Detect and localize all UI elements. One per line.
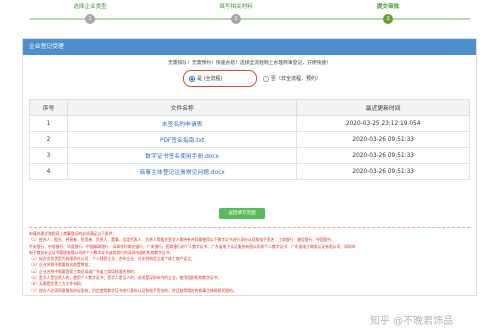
row-updated-time: 2020-03-26 09:51:33 — [296, 131, 470, 148]
file-link[interactable]: 数字证书签名使用手册.docx — [66, 147, 298, 164]
step-2-label: 填写相关材料 — [219, 4, 253, 10]
table-header-row: 序号 文件名称 最近更新时间 — [29, 99, 470, 116]
process-mode-group: 是 (全流程) 否（非全流程，预约） — [23, 70, 476, 90]
step-2-dot: 2 — [231, 14, 241, 24]
zhihu-watermark: 知乎 @不晚君饰品 — [370, 316, 454, 327]
table-row: 4 商事主体登记注册常见问题.docx 2020-03-26 09:51:33 — [29, 163, 470, 180]
files-table: 序号 文件名称 最近更新时间 1 未签名的申请表 2020-03-25 23:1… — [29, 99, 470, 180]
row-index: 2 — [29, 131, 68, 148]
step-3-label: 提交审批 — [376, 4, 400, 10]
mode-appointment-label: 否（非全流程，预约） — [271, 76, 322, 82]
row-updated-time: 2020-03-26 09:51:33 — [296, 163, 470, 180]
table-row: 1 未签名的申请表 2020-03-25 23:12:19.054 — [29, 115, 470, 132]
step-3-dot: 3 — [383, 14, 393, 24]
file-link[interactable]: 商事主体登记注册常见问题.docx — [66, 163, 298, 180]
note-line: （7）经办人必须同意服务协议条款，约定使用数字证书进行身份认证和电子签名的，并且… — [29, 287, 237, 293]
notice-text: 无需排队！无需预约！快速办结！选择全流程网上办理商事登记，方便快捷！ — [167, 61, 332, 66]
registration-panel: 企业登记受理 无需排队！无需预约！快速办结！选择全流程网上办理商事登记，方便快捷… — [22, 38, 477, 296]
row-index: 3 — [29, 147, 68, 164]
requirements-notes: 申请办理全流程网上商事登记的必须满足以下条件： （1）经办人、股东、经营者、投资… — [29, 231, 470, 294]
row-updated-time: 2020-03-25 23:12:19.054 — [296, 115, 470, 132]
radio-checked-icon[interactable] — [189, 75, 195, 82]
table-row: 2 PDF签名指南.txt 2020-03-26 09:51:33 — [29, 131, 470, 148]
column-header-index: 序号 — [29, 99, 68, 116]
mode-full-online-option[interactable]: 是 (全流程) — [189, 75, 223, 82]
column-header-filename: 文件名称 — [66, 99, 298, 116]
return-to-form-button[interactable]: 返回填写页面 — [219, 208, 265, 219]
step-1-label: 选择企业类型 — [73, 4, 107, 10]
stepper-track — [30, 18, 470, 20]
notes-divider — [29, 227, 470, 228]
mode-full-online-label: 是 (全流程) — [197, 76, 223, 82]
file-link[interactable]: 未签名的申请表 — [66, 115, 298, 132]
row-updated-time: 2020-03-26 09:51:33 — [296, 147, 470, 164]
progress-stepper: 选择企业类型 填写相关材料 提交审批 1 2 3 — [30, 0, 470, 34]
step-1-dot: 1 — [85, 14, 95, 24]
mode-appointment-option[interactable]: 否（非全流程，预约） — [263, 75, 321, 82]
column-header-updated: 最近更新时间 — [296, 99, 470, 116]
radio-unchecked-icon[interactable] — [263, 75, 269, 82]
row-index: 4 — [29, 163, 68, 180]
file-link[interactable]: PDF签名指南.txt — [66, 131, 298, 148]
row-index: 1 — [29, 115, 68, 132]
table-row: 3 数字证书签名使用手册.docx 2020-03-26 09:51:33 — [29, 147, 470, 164]
panel-title: 企业登记受理 — [23, 39, 476, 55]
